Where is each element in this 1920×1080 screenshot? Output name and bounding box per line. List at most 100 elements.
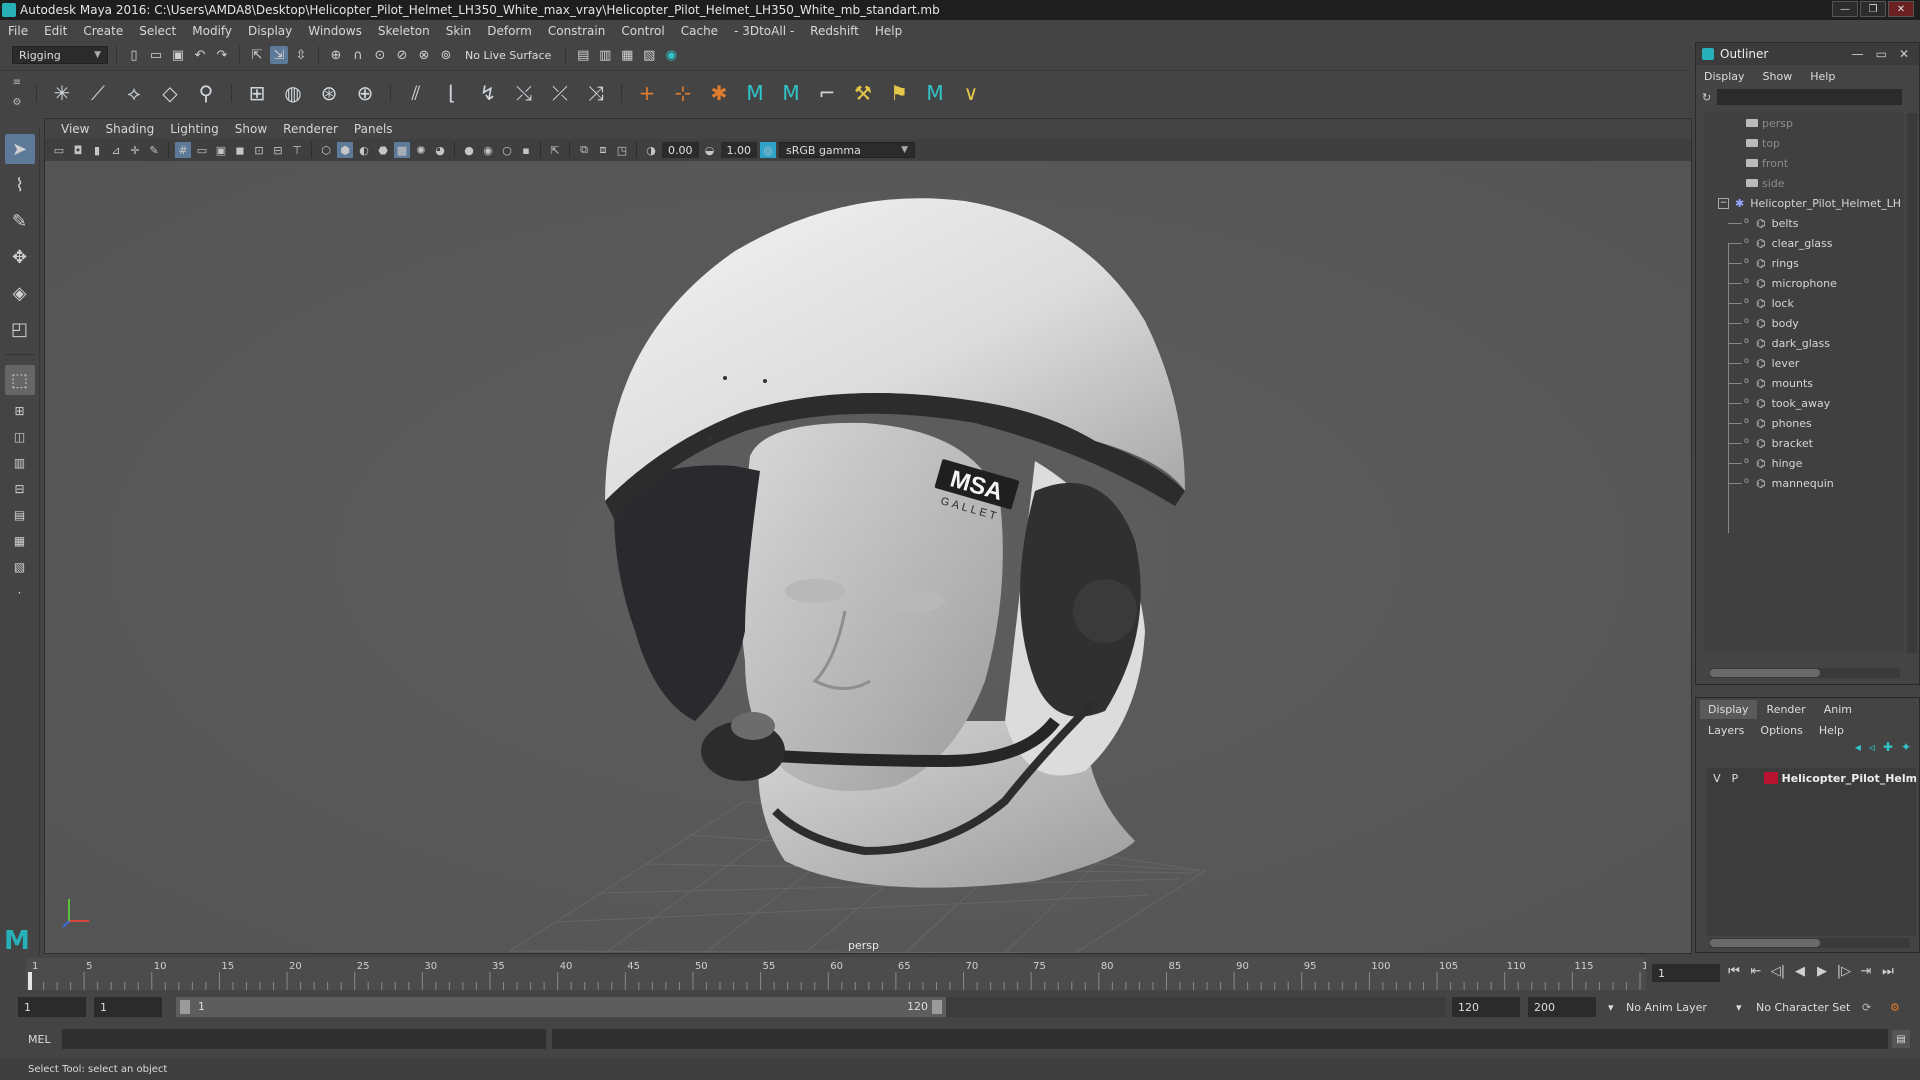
shadows-icon[interactable]: ◕	[432, 142, 448, 158]
tab-render[interactable]: Render	[1759, 700, 1814, 719]
smooth-shade-icon[interactable]: ⬢	[337, 142, 353, 158]
command-input[interactable]	[62, 1029, 546, 1049]
tab-display[interactable]: Display	[1700, 699, 1757, 719]
wireframe-icon[interactable]: ⬡	[318, 142, 334, 158]
image-plane-icon[interactable]: ⊿	[108, 142, 124, 158]
cluster-icon[interactable]: ◍	[278, 78, 308, 108]
safe-title-icon[interactable]: ⊤	[289, 142, 305, 158]
gate-mask-icon[interactable]: ◼	[232, 142, 248, 158]
orient-constraint-icon[interactable]: ✱	[704, 78, 734, 108]
view-transform-dropdown[interactable]: sRGB gamma ▼	[779, 142, 915, 158]
collapse-icon[interactable]: −	[1718, 197, 1729, 209]
move-tool-icon[interactable]: ✥	[5, 242, 35, 272]
anim-layer-dropdown[interactable]: No Anim Layer	[1626, 1001, 1707, 1014]
redo-icon[interactable]: ↷	[213, 46, 231, 64]
menu-windows[interactable]: Windows	[300, 24, 370, 38]
outliner-menu-display[interactable]: Display	[1704, 70, 1745, 83]
render-settings-icon[interactable]: ▤	[574, 46, 592, 64]
start-time-field[interactable]: 1	[18, 997, 86, 1017]
step-back-key-icon[interactable]: ⇤	[1748, 964, 1764, 979]
rotate-tool-icon[interactable]: ◈	[5, 278, 35, 308]
point-constraint-icon[interactable]: +	[632, 78, 662, 108]
exposure-field[interactable]: 0.00	[662, 142, 699, 158]
use-all-lights-icon[interactable]: ✺	[413, 142, 429, 158]
resolution-gate-icon[interactable]: ▣	[213, 142, 229, 158]
ipr-render-icon[interactable]: ▦	[618, 46, 636, 64]
layer-playback-toggle[interactable]: P	[1728, 772, 1742, 785]
script-layout-icon[interactable]: ▧	[5, 557, 35, 577]
outliner-horizontal-scrollbar[interactable]	[1710, 668, 1900, 678]
viewport-menu-show[interactable]: Show	[227, 122, 275, 136]
minimize-button[interactable]: —	[1832, 1, 1858, 17]
paint-weights-icon[interactable]: ↯	[473, 78, 503, 108]
undo-icon[interactable]: ↶	[191, 46, 209, 64]
time-slider-track[interactable]: 1 5 10 15 20 25 30 35 40 45 50 55 60 65 70 75 80 85 90 95 10…	[26, 958, 1646, 990]
menu-control[interactable]: Control	[613, 24, 672, 38]
grease-pencil-icon[interactable]: ✎	[146, 142, 162, 158]
safe-action-icon[interactable]: ⊟	[270, 142, 286, 158]
copy-weights-icon[interactable]: ⤨	[581, 78, 611, 108]
four-view-layout-icon[interactable]: ⊞	[5, 401, 35, 421]
bind-skin-icon[interactable]: ⫽	[401, 78, 431, 108]
play-forwards-icon[interactable]: ▶	[1814, 964, 1830, 979]
key-translate-icon[interactable]: ⚑	[884, 78, 914, 108]
end-time-field[interactable]: 200	[1528, 997, 1596, 1017]
menu-3dtoall[interactable]: - 3DtoAll -	[726, 24, 802, 38]
film-gate-icon[interactable]: ▭	[194, 142, 210, 158]
refresh-icon[interactable]: ↻	[1702, 91, 1711, 104]
auto-key-icon[interactable]: ⟳	[1862, 1001, 1871, 1014]
snap-surface-icon[interactable]: ⊗	[415, 46, 433, 64]
blank-shelf-slot[interactable]: ⌐	[812, 78, 842, 108]
outliner-menu-show[interactable]: Show	[1763, 70, 1793, 83]
live-surface-label[interactable]: No Live Surface	[459, 49, 557, 62]
render-frame-icon[interactable]: ▥	[596, 46, 614, 64]
shelf-menu[interactable]: ≡ ⚙	[8, 73, 26, 113]
grid-icon[interactable]: #	[175, 142, 191, 158]
outliner-item[interactable]: ⌬ mounts	[1704, 373, 1904, 393]
outliner-item[interactable]: ⌬ body	[1704, 313, 1904, 333]
xray-joints-icon[interactable]: ⧈	[595, 142, 611, 158]
viewport-menu-renderer[interactable]: Renderer	[275, 122, 346, 136]
range-end-handle[interactable]	[932, 1000, 942, 1014]
script-language-label[interactable]: MEL	[28, 1033, 51, 1046]
mirror-joint-icon[interactable]: ⚲	[191, 78, 221, 108]
ik-handle-icon[interactable]: ⟋	[83, 78, 113, 108]
play-backwards-icon[interactable]: ◀	[1792, 964, 1808, 979]
save-scene-icon[interactable]: ▣	[169, 46, 187, 64]
wire-icon[interactable]: ⊕	[350, 78, 380, 108]
two-d-pan-icon[interactable]: ✛	[127, 142, 143, 158]
chevron-down-icon[interactable]: ▾	[1608, 1001, 1614, 1014]
new-layer-selected-icon[interactable]: ✦	[1901, 740, 1911, 762]
render-view-icon[interactable]: ▧	[640, 46, 658, 64]
pole-vector-icon[interactable]: M	[776, 78, 806, 108]
maximize-button[interactable]: ❐	[1860, 1, 1886, 17]
snap-view-plane-icon[interactable]: ⊘	[393, 46, 411, 64]
wrap-icon[interactable]: ⊛	[314, 78, 344, 108]
viewport-3d-canvas[interactable]: MSA GALLET persp	[45, 161, 1691, 953]
outliner-item[interactable]: ⌬ bracket	[1704, 433, 1904, 453]
menu-skeleton[interactable]: Skeleton	[370, 24, 438, 38]
outliner-item[interactable]: ⌬ clear_glass	[1704, 233, 1904, 253]
outliner-search-input[interactable]	[1717, 89, 1903, 105]
menu-cache[interactable]: Cache	[673, 24, 726, 38]
backface-culling-icon[interactable]: ◳	[614, 142, 630, 158]
outliner-item[interactable]: ⌬ microphone	[1704, 273, 1904, 293]
character-set-dropdown[interactable]: No Character Set	[1756, 1001, 1850, 1014]
outliner-layout-icon[interactable]: ▥	[5, 453, 35, 473]
outliner-item[interactable]: ⌬ rings	[1704, 253, 1904, 273]
preferences-icon[interactable]: ⚙	[1890, 1001, 1900, 1014]
playback-range-bar[interactable]: 1 120	[176, 997, 946, 1017]
select-tool-icon[interactable]: ➤	[4, 134, 35, 164]
current-frame-field[interactable]: 1	[1652, 964, 1720, 982]
lattice-icon[interactable]: ⊞	[242, 78, 272, 108]
textured-icon[interactable]: ▩	[394, 142, 410, 158]
use-default-material-icon[interactable]: ◐	[356, 142, 372, 158]
gamma-field[interactable]: 1.00	[720, 142, 757, 158]
hypershade-layout-icon[interactable]: ▤	[5, 505, 35, 525]
playback-end-field[interactable]: 120	[1452, 997, 1520, 1017]
snap-grid-icon[interactable]: ⊕	[327, 46, 345, 64]
graph-layout-icon[interactable]: ⊟	[5, 479, 35, 499]
camera-attributes-icon[interactable]: ◘	[70, 142, 86, 158]
more-layouts-icon[interactable]: ·	[5, 583, 35, 603]
wireframe-on-shaded-icon[interactable]: ⬣	[375, 142, 391, 158]
